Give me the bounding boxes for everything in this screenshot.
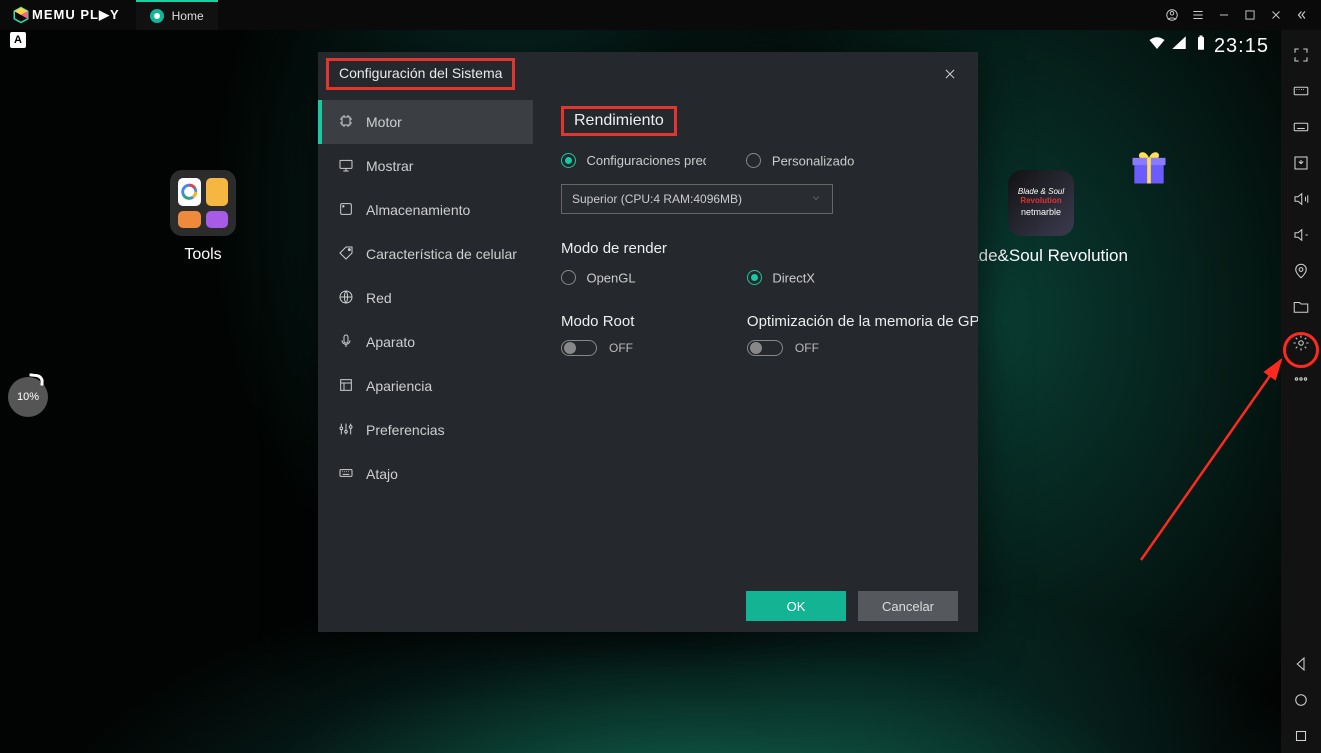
perf-preset-combo[interactable]: Superior (CPU:4 RAM:4096MB) bbox=[561, 184, 833, 214]
more-icon[interactable] bbox=[1284, 362, 1318, 396]
app-brand: MEMU PL▶Y bbox=[32, 7, 120, 23]
root-heading: Modo Root bbox=[561, 313, 667, 330]
cancel-button[interactable]: Cancelar bbox=[858, 591, 958, 621]
radio-preset[interactable]: Configuraciones predefinidas bbox=[561, 152, 706, 170]
tab-label: Home bbox=[172, 9, 204, 23]
logo-hex-icon bbox=[12, 6, 30, 24]
storage-icon bbox=[338, 201, 354, 220]
ok-button[interactable]: OK bbox=[746, 591, 846, 621]
folder-icon bbox=[170, 170, 236, 236]
nav-preferencias[interactable]: Preferencias bbox=[318, 408, 533, 452]
titlebar: MEMU PL▶Y Home bbox=[0, 0, 1321, 30]
highlight-box: Configuración del Sistema bbox=[326, 58, 515, 90]
install-apk-icon[interactable] bbox=[1284, 146, 1318, 180]
nav-aparato[interactable]: Aparato bbox=[318, 320, 533, 364]
side-toolbar bbox=[1281, 30, 1321, 753]
radio-opengl[interactable]: OpenGL bbox=[561, 269, 636, 287]
bns-app-icon: Blade & Soul Revolution netmarble bbox=[1008, 170, 1074, 236]
keymap-edit-icon[interactable] bbox=[1284, 110, 1318, 144]
nav-back-icon[interactable] bbox=[1284, 647, 1318, 681]
perf-indicator[interactable]: 10% bbox=[8, 377, 48, 417]
mini-app-icon bbox=[178, 178, 201, 206]
fullscreen-icon[interactable] bbox=[1284, 38, 1318, 72]
dialog-footer: OK Cancelar bbox=[318, 580, 978, 632]
mini-app-icon bbox=[178, 211, 201, 229]
radio-directx[interactable]: DirectX bbox=[747, 269, 815, 287]
volume-up-icon[interactable] bbox=[1284, 182, 1318, 216]
sliders-icon bbox=[338, 421, 354, 440]
gift-icon[interactable] bbox=[1127, 145, 1171, 189]
nav-almacenamiento[interactable]: Almacenamiento bbox=[318, 188, 533, 232]
close-button[interactable] bbox=[1263, 2, 1289, 28]
mini-app-icon bbox=[206, 211, 229, 229]
cpu-icon bbox=[338, 113, 354, 132]
settings-sidebar: Motor Mostrar Almacenamiento Característ… bbox=[318, 96, 533, 580]
dialog-close-button[interactable] bbox=[936, 60, 964, 88]
render-heading: Modo de render bbox=[561, 240, 667, 257]
radio-custom[interactable]: Personalizado bbox=[746, 152, 854, 170]
emulator-screen: A 23:15 Tools Blade & Soul Revolution ne… bbox=[0, 30, 1281, 753]
dialog-title: Configuración del Sistema bbox=[339, 65, 502, 81]
wifi-icon bbox=[1148, 34, 1166, 58]
keyboard-icon bbox=[338, 465, 354, 484]
file-manager-icon[interactable] bbox=[1284, 290, 1318, 324]
dialog-header: Configuración del Sistema bbox=[318, 52, 978, 96]
android-status-bar: 23:15 bbox=[1148, 34, 1269, 58]
keymap-icon[interactable] bbox=[1284, 74, 1318, 108]
gpu-heading: Optimización de la memoria de GPU bbox=[747, 313, 978, 330]
highlight-box: Rendimiento bbox=[561, 106, 677, 136]
nav-red[interactable]: Red bbox=[318, 276, 533, 320]
nav-atajo[interactable]: Atajo bbox=[318, 452, 533, 496]
monitor-icon bbox=[338, 157, 354, 176]
globe-icon bbox=[338, 289, 354, 308]
location-icon[interactable] bbox=[1284, 254, 1318, 288]
settings-gear-icon[interactable] bbox=[1284, 326, 1318, 360]
home-tab-icon bbox=[150, 9, 164, 23]
root-toggle[interactable] bbox=[561, 340, 597, 356]
radio-off-icon bbox=[561, 270, 576, 285]
nav-motor[interactable]: Motor bbox=[318, 100, 533, 144]
mini-app-icon bbox=[206, 178, 229, 206]
minimize-button[interactable] bbox=[1211, 2, 1237, 28]
collapse-sidebar-icon[interactable] bbox=[1289, 2, 1315, 28]
radio-on-icon bbox=[561, 153, 576, 168]
nav-apariencia[interactable]: Apariencia bbox=[318, 364, 533, 408]
tag-icon bbox=[338, 245, 354, 264]
gpu-toggle[interactable] bbox=[747, 340, 783, 356]
layout-icon bbox=[338, 377, 354, 396]
nav-celular[interactable]: Característica de celular bbox=[318, 232, 533, 276]
app-logo: MEMU PL▶Y bbox=[6, 6, 126, 24]
settings-content: Rendimiento Configuraciones predefinidas… bbox=[533, 96, 978, 580]
account-icon[interactable] bbox=[1159, 2, 1185, 28]
tab-home[interactable]: Home bbox=[136, 0, 218, 30]
settings-dialog: Configuración del Sistema Motor Mostrar bbox=[318, 52, 978, 632]
radio-off-icon bbox=[746, 153, 761, 168]
section-title: Rendimiento bbox=[574, 112, 664, 129]
signal-icon bbox=[1170, 34, 1188, 58]
volume-down-icon[interactable] bbox=[1284, 218, 1318, 252]
folder-label: Tools bbox=[170, 246, 236, 264]
nav-mostrar[interactable]: Mostrar bbox=[318, 144, 533, 188]
menu-icon[interactable] bbox=[1185, 2, 1211, 28]
nav-recent-icon[interactable] bbox=[1284, 719, 1318, 753]
aspect-badge: A bbox=[10, 32, 26, 48]
nav-home-icon[interactable] bbox=[1284, 683, 1318, 717]
mic-icon bbox=[338, 333, 354, 352]
maximize-button[interactable] bbox=[1237, 2, 1263, 28]
battery-icon bbox=[1192, 34, 1210, 58]
radio-on-icon bbox=[747, 270, 762, 285]
tools-folder[interactable]: Tools bbox=[170, 170, 236, 264]
chevron-down-icon bbox=[810, 192, 822, 207]
clock: 23:15 bbox=[1214, 35, 1269, 58]
